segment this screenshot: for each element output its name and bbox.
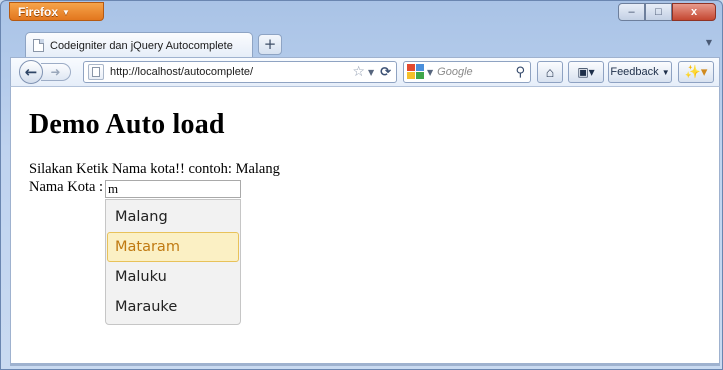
autocomplete-item[interactable]: Maluku xyxy=(107,262,239,292)
close-button[interactable]: x xyxy=(672,3,716,21)
maximize-button[interactable]: □ xyxy=(645,3,672,21)
bookmark-star-icon[interactable]: ☆ xyxy=(352,64,365,80)
addon-icon: ✨▾ xyxy=(684,64,708,79)
autocomplete-item-highlighted[interactable]: Mataram xyxy=(107,232,239,262)
google-icon[interactable] xyxy=(407,64,425,80)
autocomplete-item[interactable]: Marauke xyxy=(107,292,239,322)
chevron-down-icon: ▼ xyxy=(661,68,670,77)
page-title: Demo Auto load xyxy=(29,109,225,140)
url-bar[interactable]: http://localhost/autocomplete/ ☆ ▼ ⟳ xyxy=(83,61,397,83)
window-controls: – □ x xyxy=(618,3,716,21)
city-input[interactable] xyxy=(105,180,241,198)
feedback-button[interactable]: Feedback ▼ xyxy=(608,61,672,83)
url-text: http://localhost/autocomplete/ xyxy=(110,66,254,78)
minimize-button[interactable]: – xyxy=(618,3,645,21)
tab-title: Codeigniter dan jQuery Autocomplete xyxy=(50,39,233,52)
plus-icon: + xyxy=(263,35,277,53)
city-field-label: Nama Kota : xyxy=(29,179,104,195)
autocomplete-item[interactable]: Malang xyxy=(107,202,239,232)
back-arrow-icon: ← xyxy=(24,63,38,81)
window-bottom-border xyxy=(10,363,720,366)
bookmarks-button[interactable]: ▣▾ xyxy=(568,61,604,83)
new-tab-button[interactable]: + xyxy=(258,34,282,55)
search-bar[interactable]: ▼ Google ⚲ xyxy=(403,61,531,83)
forward-arrow-icon: ➜ xyxy=(50,65,61,79)
back-forward-group: ➜ ← xyxy=(19,60,75,84)
instruction-text: Silakan Ketik Nama kota!! contoh: Malang xyxy=(29,161,280,177)
autocomplete-list: Malang Mataram Maluku Marauke xyxy=(105,199,241,325)
close-icon: x xyxy=(690,6,698,18)
forward-button[interactable]: ➜ xyxy=(41,63,71,81)
firefox-menu-label: Firefox xyxy=(18,5,59,19)
magnifier-icon[interactable]: ⚲ xyxy=(515,65,525,80)
maximize-icon: □ xyxy=(655,6,662,18)
home-icon: ⌂ xyxy=(545,64,555,80)
feedback-label: Feedback xyxy=(610,66,659,78)
page-icon xyxy=(33,39,44,52)
home-button[interactable]: ⌂ xyxy=(537,61,563,83)
firefox-menu-button[interactable]: Firefox ▼ xyxy=(9,2,104,21)
reload-icon[interactable]: ⟳ xyxy=(380,65,391,80)
browser-window: Firefox ▼ – □ x Codeigniter dan jQuery Au… xyxy=(0,0,723,370)
chevron-down-icon: ▼ xyxy=(62,8,70,17)
tab-list-button[interactable]: ▼ xyxy=(706,38,712,47)
addon-button[interactable]: ✨▾ xyxy=(678,61,714,83)
back-button[interactable]: ← xyxy=(19,60,43,84)
page-content: Demo Auto load Silakan Ketik Nama kota!!… xyxy=(10,87,720,363)
site-identity-icon[interactable] xyxy=(88,64,104,80)
tab-autocomplete[interactable]: Codeigniter dan jQuery Autocomplete xyxy=(25,32,253,58)
search-engine-dropdown-icon[interactable]: ▼ xyxy=(427,68,433,77)
url-history-dropdown-icon[interactable]: ▼ xyxy=(368,68,374,77)
search-placeholder: Google xyxy=(437,66,473,78)
bookmarks-icon: ▣▾ xyxy=(577,65,595,79)
minimize-icon: – xyxy=(628,6,635,18)
